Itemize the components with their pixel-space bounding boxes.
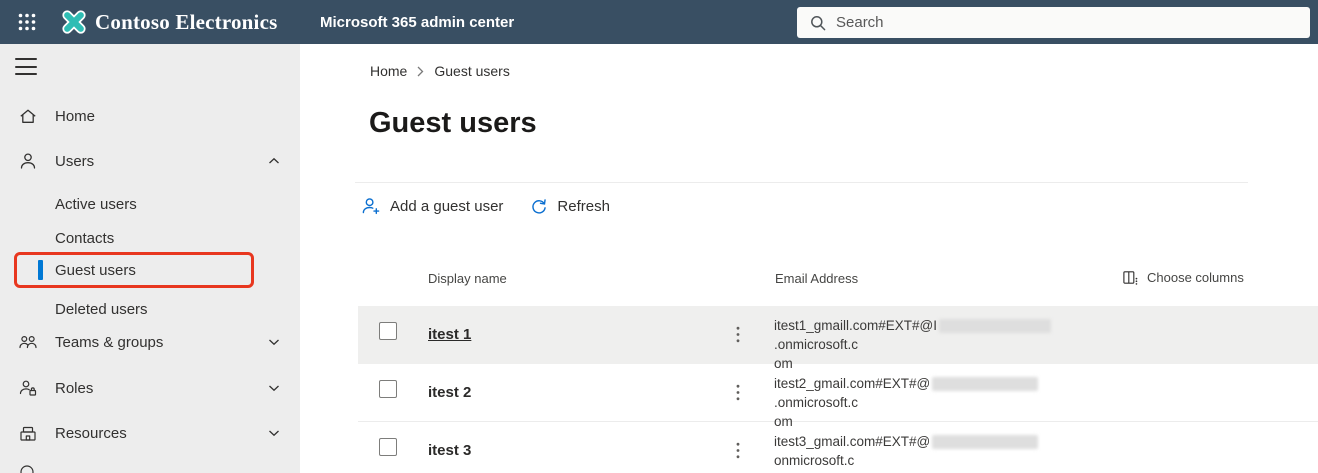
table-row[interactable]: itest 3 itest3_gmail.com#EXT#@ onmicrosof… <box>358 422 1318 473</box>
row-more-actions-icon[interactable] <box>732 384 744 401</box>
refresh-icon <box>532 198 547 214</box>
display-name-link[interactable]: itest 1 <box>428 326 471 343</box>
breadcrumb-current: Guest users <box>434 63 510 79</box>
redacted-text-blur <box>932 435 1039 450</box>
chevron-down-icon <box>268 384 280 392</box>
chevron-down-icon <box>268 338 280 346</box>
table-row[interactable]: itest 1 itest1_gmaill.com#EXT#@I .onmicro… <box>358 306 1318 371</box>
home-icon <box>16 106 40 126</box>
email-prefix: itest1_gmaill.com#EXT#@I <box>774 318 938 333</box>
redacted-text-blur <box>939 319 1052 334</box>
partial-nav-item-icon <box>19 464 35 473</box>
email-prefix: itest2_gmail.com#EXT#@ <box>774 376 931 391</box>
choose-columns-label: Choose columns <box>1147 270 1244 285</box>
waffle-icon <box>18 13 36 31</box>
main-content: Home Guest users Guest users Add a guest… <box>300 44 1318 473</box>
email-address-cell: itest3_gmail.com#EXT#@onmicrosoft.com <box>774 432 1119 473</box>
user-icon <box>16 151 40 171</box>
row-more-actions-icon[interactable] <box>732 442 744 459</box>
sidebar-item-label: Guest users <box>55 261 136 279</box>
add-person-icon <box>362 198 380 215</box>
sidebar-item-guest-users[interactable]: Guest users <box>0 253 300 287</box>
top-bar: Contoso Electronics Microsoft 365 admin … <box>0 0 1318 44</box>
tenant-brand[interactable]: Contoso Electronics <box>60 0 278 44</box>
add-guest-user-button[interactable]: Add a guest user <box>361 196 503 216</box>
row-checkbox[interactable] <box>379 380 397 398</box>
sidebar-item-label: Active users <box>55 195 137 213</box>
sidebar-item-resources[interactable]: Resources <box>0 419 300 447</box>
sidebar-item-label: Contacts <box>55 229 115 247</box>
command-bar: Add a guest user Refresh <box>361 191 610 221</box>
column-header-email-address[interactable]: Email Address <box>775 271 858 286</box>
email-prefix: itest3_gmail.com#EXT#@ <box>774 434 931 449</box>
sidebar-item-label: Deleted users <box>55 300 148 318</box>
sidebar-item-users[interactable]: Users <box>0 147 300 175</box>
choose-columns-button[interactable]: Choose columns <box>1122 269 1244 286</box>
sidebar-item-label: Roles <box>55 379 94 397</box>
search-placeholder: Search <box>836 14 884 31</box>
guest-users-table: itest 1 itest1_gmaill.com#EXT#@I .onmicro… <box>358 306 1318 473</box>
left-nav: Home Users Active users Contacts Guest u… <box>0 44 300 473</box>
refresh-button[interactable]: Refresh <box>529 197 610 216</box>
choose-columns-icon <box>1123 271 1138 285</box>
commandbar-divider <box>355 182 1248 183</box>
search-input[interactable]: Search <box>797 7 1310 38</box>
column-header-display-name[interactable]: Display name <box>428 271 507 286</box>
email-suffix: .onmicrosoft.c <box>774 337 859 352</box>
breadcrumb-chevron-icon <box>417 66 424 76</box>
sidebar-item-label: Teams & groups <box>55 333 164 351</box>
display-name-link[interactable]: itest 3 <box>428 442 471 459</box>
sidebar-item-active-users[interactable]: Active users <box>0 190 300 218</box>
display-name-link[interactable]: itest 2 <box>428 384 471 401</box>
nav-collapse-button[interactable] <box>15 58 37 75</box>
breadcrumb: Home Guest users <box>370 63 510 79</box>
selected-indicator <box>38 260 43 280</box>
brand-name: Contoso Electronics <box>95 9 278 34</box>
sidebar-item-label: Users <box>55 152 95 170</box>
roles-icon <box>16 378 40 398</box>
contoso-logo-icon <box>62 10 86 34</box>
email-suffix: .onmicrosoft.c <box>774 395 859 410</box>
sidebar-item-home[interactable]: Home <box>0 102 300 130</box>
chevron-up-icon <box>268 157 280 165</box>
resources-icon <box>16 424 40 443</box>
table-row[interactable]: itest 2 itest2_gmail.com#EXT#@ .onmicroso… <box>358 364 1318 429</box>
row-checkbox[interactable] <box>379 438 397 456</box>
sidebar-item-contacts[interactable]: Contacts <box>0 224 300 252</box>
page-title: Guest users <box>369 107 537 139</box>
sidebar-item-label: Resources <box>55 424 127 442</box>
redacted-text-blur <box>932 377 1039 392</box>
email-suffix: onmicrosoft.c <box>774 453 855 468</box>
sidebar-item-teams-groups[interactable]: Teams & groups <box>0 328 300 356</box>
search-icon <box>811 15 826 30</box>
app-window: Contoso Electronics Microsoft 365 admin … <box>0 0 1318 473</box>
product-title: Microsoft 365 admin center <box>320 13 515 31</box>
sidebar-item-label: Home <box>55 107 96 125</box>
app-launcher-button[interactable] <box>13 11 41 33</box>
teams-groups-icon <box>16 333 40 351</box>
add-guest-user-label: Add a guest user <box>390 197 504 215</box>
breadcrumb-home-link[interactable]: Home <box>370 63 407 79</box>
chevron-down-icon <box>268 429 280 437</box>
sidebar-item-deleted-users[interactable]: Deleted users <box>0 295 300 323</box>
refresh-label: Refresh <box>557 197 610 215</box>
table-header-row: Display name Email Address Choose column… <box>358 268 1318 292</box>
sidebar-item-roles[interactable]: Roles <box>0 374 300 402</box>
row-checkbox[interactable] <box>379 322 397 340</box>
row-more-actions-icon[interactable] <box>732 326 744 343</box>
